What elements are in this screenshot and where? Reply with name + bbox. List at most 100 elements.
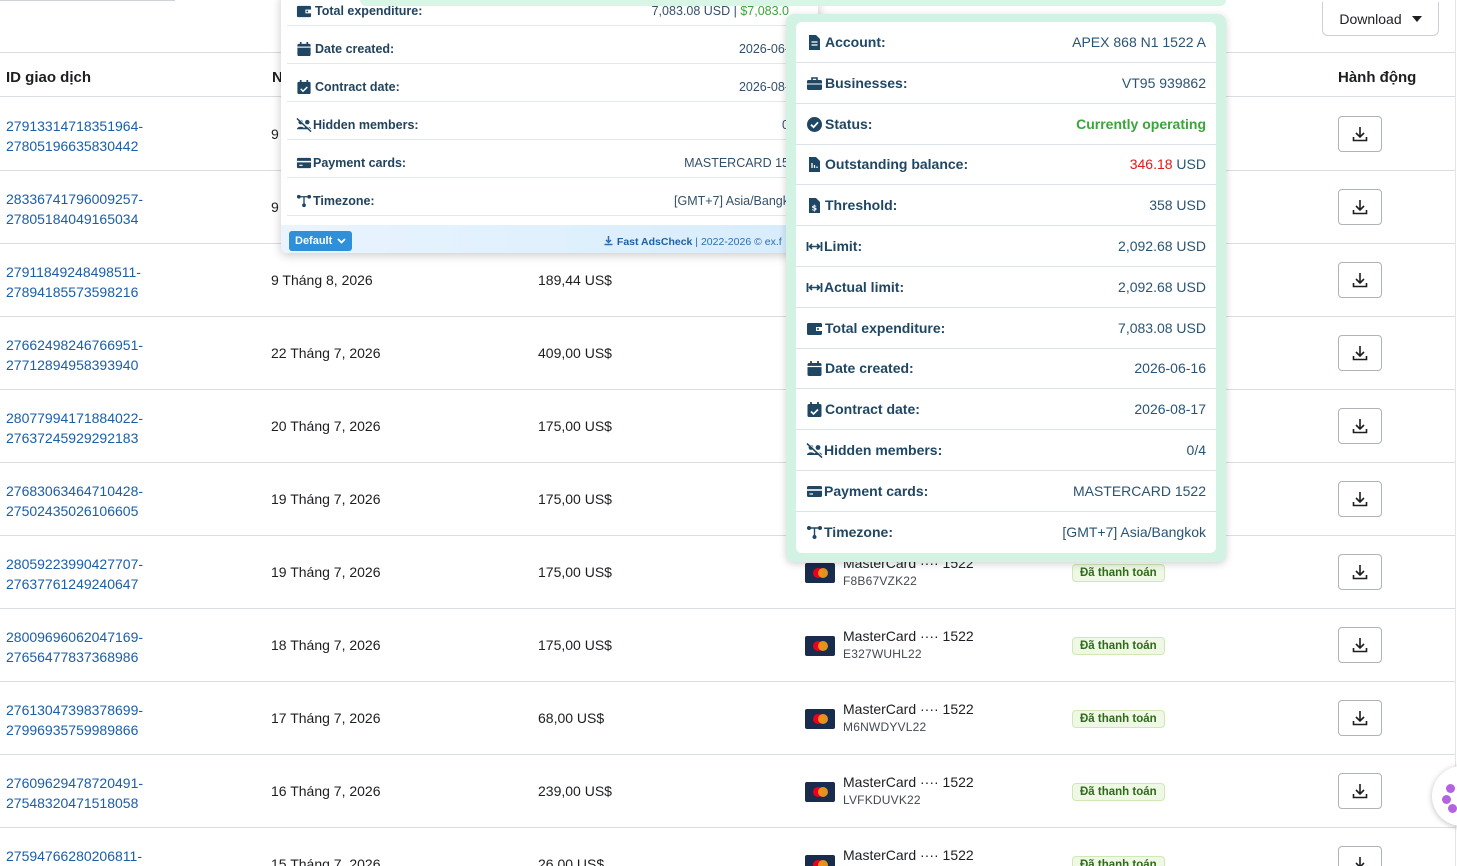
network-icon	[296, 194, 312, 208]
mastercard-icon	[805, 855, 835, 866]
popup-back-row: Timezone: [GMT+7] Asia/Bangk	[287, 178, 797, 216]
check-circle-icon	[807, 116, 822, 132]
download-icon	[1352, 346, 1368, 361]
popup-back-label: Timezone:	[313, 194, 375, 208]
info-value: APEX 868 N1 1522 A	[1072, 34, 1206, 50]
mastercard-icon	[805, 709, 835, 729]
transaction-id-link[interactable]: 27683063464710428- 27502435026106605	[6, 481, 143, 521]
popup-back-footer: Default Fast AdsCheck | 2022-2026 © ex.f	[281, 225, 818, 253]
transaction-id-part1: 27594766280206811-	[6, 848, 142, 864]
download-invoice-button[interactable]	[1338, 700, 1382, 736]
transaction-id-part1: 27911849248498511-	[6, 264, 141, 280]
download-invoice-button[interactable]	[1338, 627, 1382, 663]
default-select[interactable]: Default	[289, 231, 353, 251]
footer-credit[interactable]: Fast AdsCheck | 2022-2026 © ex.f	[603, 235, 782, 248]
info-label: Threshold:	[825, 197, 898, 214]
status-badge: Đã thanh toán	[1072, 856, 1165, 866]
transaction-id-link[interactable]: 27911849248498511- 27894185573598216	[6, 262, 141, 302]
popup-back-row: Contract date: 2026-08-	[287, 64, 797, 102]
transaction-id-part2: 27548320471518058	[6, 795, 139, 811]
card-name: MasterCard ···· 1522	[843, 774, 974, 790]
account-info-row: Hidden members: 0/4	[796, 430, 1216, 471]
card-reference: E327WUHL22	[843, 647, 922, 661]
credit-card-icon	[807, 485, 822, 497]
transaction-id-link[interactable]: 27609629478720491- 27548320471518058	[6, 773, 143, 813]
transaction-id-part1: 28336741796009257-	[6, 191, 144, 207]
transaction-id-link[interactable]: 28059223990427707- 27637761249240647	[6, 554, 143, 594]
credit-card-icon	[296, 157, 312, 169]
info-value: 2,092.68 USD	[1118, 278, 1206, 295]
value-dollar: $7,083.0	[740, 4, 789, 18]
transaction-id-part2: 27637245929292183	[6, 430, 139, 446]
transaction-id-part1: 28077994171884022-	[6, 410, 144, 426]
download-invoice-button[interactable]	[1338, 554, 1382, 590]
info-label: Hidden members:	[824, 442, 943, 458]
widget-dot	[1448, 804, 1457, 813]
file-icon	[809, 35, 820, 50]
popup-back-value: [GMT+7] Asia/Bangk	[674, 194, 789, 208]
download-invoice-button[interactable]	[1338, 773, 1382, 809]
table-row: 27683063464710428- 27502435026106605 19 Th…	[0, 463, 1455, 536]
status-badge: Đã thanh toán	[1072, 637, 1165, 655]
table-row: 28059223990427707- 27637761249240647 19 Th…	[0, 536, 1455, 609]
info-value: 2,092.68 USD	[1118, 238, 1206, 254]
download-icon	[1355, 857, 1365, 866]
popup-front-card: Account: APEX 868 N1 1522 A Businesses: VT9…	[796, 22, 1216, 553]
account-info-popup: Account: APEX 868 N1 1522 A Businesses: VT9…	[786, 14, 1226, 562]
transaction-id-link[interactable]: 28336741796009257- 27805184049165034	[6, 189, 143, 229]
card-name: MasterCard ···· 1522	[843, 628, 974, 644]
transaction-id-link[interactable]: 28009696062047169- 27656477837368986	[6, 627, 143, 667]
account-info-row: Outstanding balance: 346.18 USD	[796, 144, 1216, 186]
card-reference: M6NWDYVL22	[843, 720, 927, 734]
mastercard-icon	[805, 563, 835, 583]
balance-amount: 346.18	[1129, 156, 1173, 173]
transaction-id-link[interactable]: 28077994171884022- 27637245929292183	[6, 408, 143, 448]
popup-back-label: Hidden members:	[313, 118, 419, 132]
mastercard-icon	[805, 636, 835, 656]
info-value: 2026-06-16	[1134, 360, 1206, 377]
transaction-id-link[interactable]: 27594766280206811-	[6, 846, 142, 866]
transaction-id-link[interactable]: 27613047398378699- 27996935759989866	[6, 700, 143, 740]
download-icon	[1352, 127, 1368, 142]
transaction-date: 9 Tháng 8, 2026	[271, 272, 373, 288]
download-icon	[1352, 492, 1368, 507]
download-invoice-button[interactable]	[1338, 335, 1382, 371]
transaction-amount: 239,00 US$	[538, 783, 612, 799]
transaction-id-part2: 27805196635830442	[6, 138, 139, 154]
transaction-amount: 409,00 US$	[538, 345, 612, 361]
transaction-date: 22 Tháng 7, 2026	[271, 345, 381, 361]
balance-unit: USD	[1172, 156, 1206, 173]
download-invoice-button[interactable]	[1338, 116, 1382, 152]
transaction-date: 20 Tháng 7, 2026	[271, 418, 381, 434]
popup-back-label: Contract date:	[315, 80, 400, 94]
transaction-id-link[interactable]: 27913314718351964- 27805196635830442	[6, 116, 143, 156]
download-invoice-button[interactable]	[1338, 481, 1382, 517]
download-button[interactable]: Download	[1322, 2, 1439, 36]
payment-method: MasterCard ···· 1522 LVFKDUVK22	[805, 774, 1045, 814]
transaction-id-part1: 27913314718351964-	[6, 118, 144, 134]
status-badge: Đã thanh toán	[1072, 710, 1165, 728]
transaction-amount: 68,00 US$	[538, 710, 605, 726]
download-invoice-button[interactable]	[1338, 189, 1382, 225]
scroll-edge	[1455, 0, 1456, 866]
value-usd: 7,083.08 USD |	[651, 4, 741, 18]
col-header-id[interactable]: ID giao dịch	[6, 69, 91, 86]
table-row: 28009696062047169- 27656477837368986 18 Th…	[0, 609, 1455, 682]
transaction-id-part2: 27656477837368986	[6, 649, 139, 665]
download-invoice-button[interactable]	[1338, 846, 1382, 866]
table-row: 28077994171884022- 27637245929292183 20 Th…	[0, 390, 1455, 463]
download-icon	[1352, 638, 1368, 653]
popup-back-row: Payment cards: MASTERCARD 15	[287, 140, 797, 178]
invoice-dollar-icon: $	[809, 198, 820, 214]
download-small-icon	[604, 236, 613, 246]
download-invoice-button[interactable]	[1338, 262, 1382, 298]
account-info-row: Total expenditure: 7,083.08 USD	[796, 308, 1216, 349]
payment-method: MasterCard ···· 1522 E327WUHL22	[805, 628, 1045, 668]
info-value: 2026-08-17	[1134, 401, 1206, 418]
popup-back-value: 2026-06-	[738, 42, 789, 56]
transaction-id-part1: 28009696062047169-	[6, 629, 144, 645]
transaction-id-part1: 27613047398378699-	[6, 702, 144, 718]
transaction-id-link[interactable]: 27662498246766951- 27712894958393940	[6, 335, 143, 375]
download-invoice-button[interactable]	[1338, 408, 1382, 444]
account-info-row: Date created: 2026-06-16	[796, 348, 1216, 390]
